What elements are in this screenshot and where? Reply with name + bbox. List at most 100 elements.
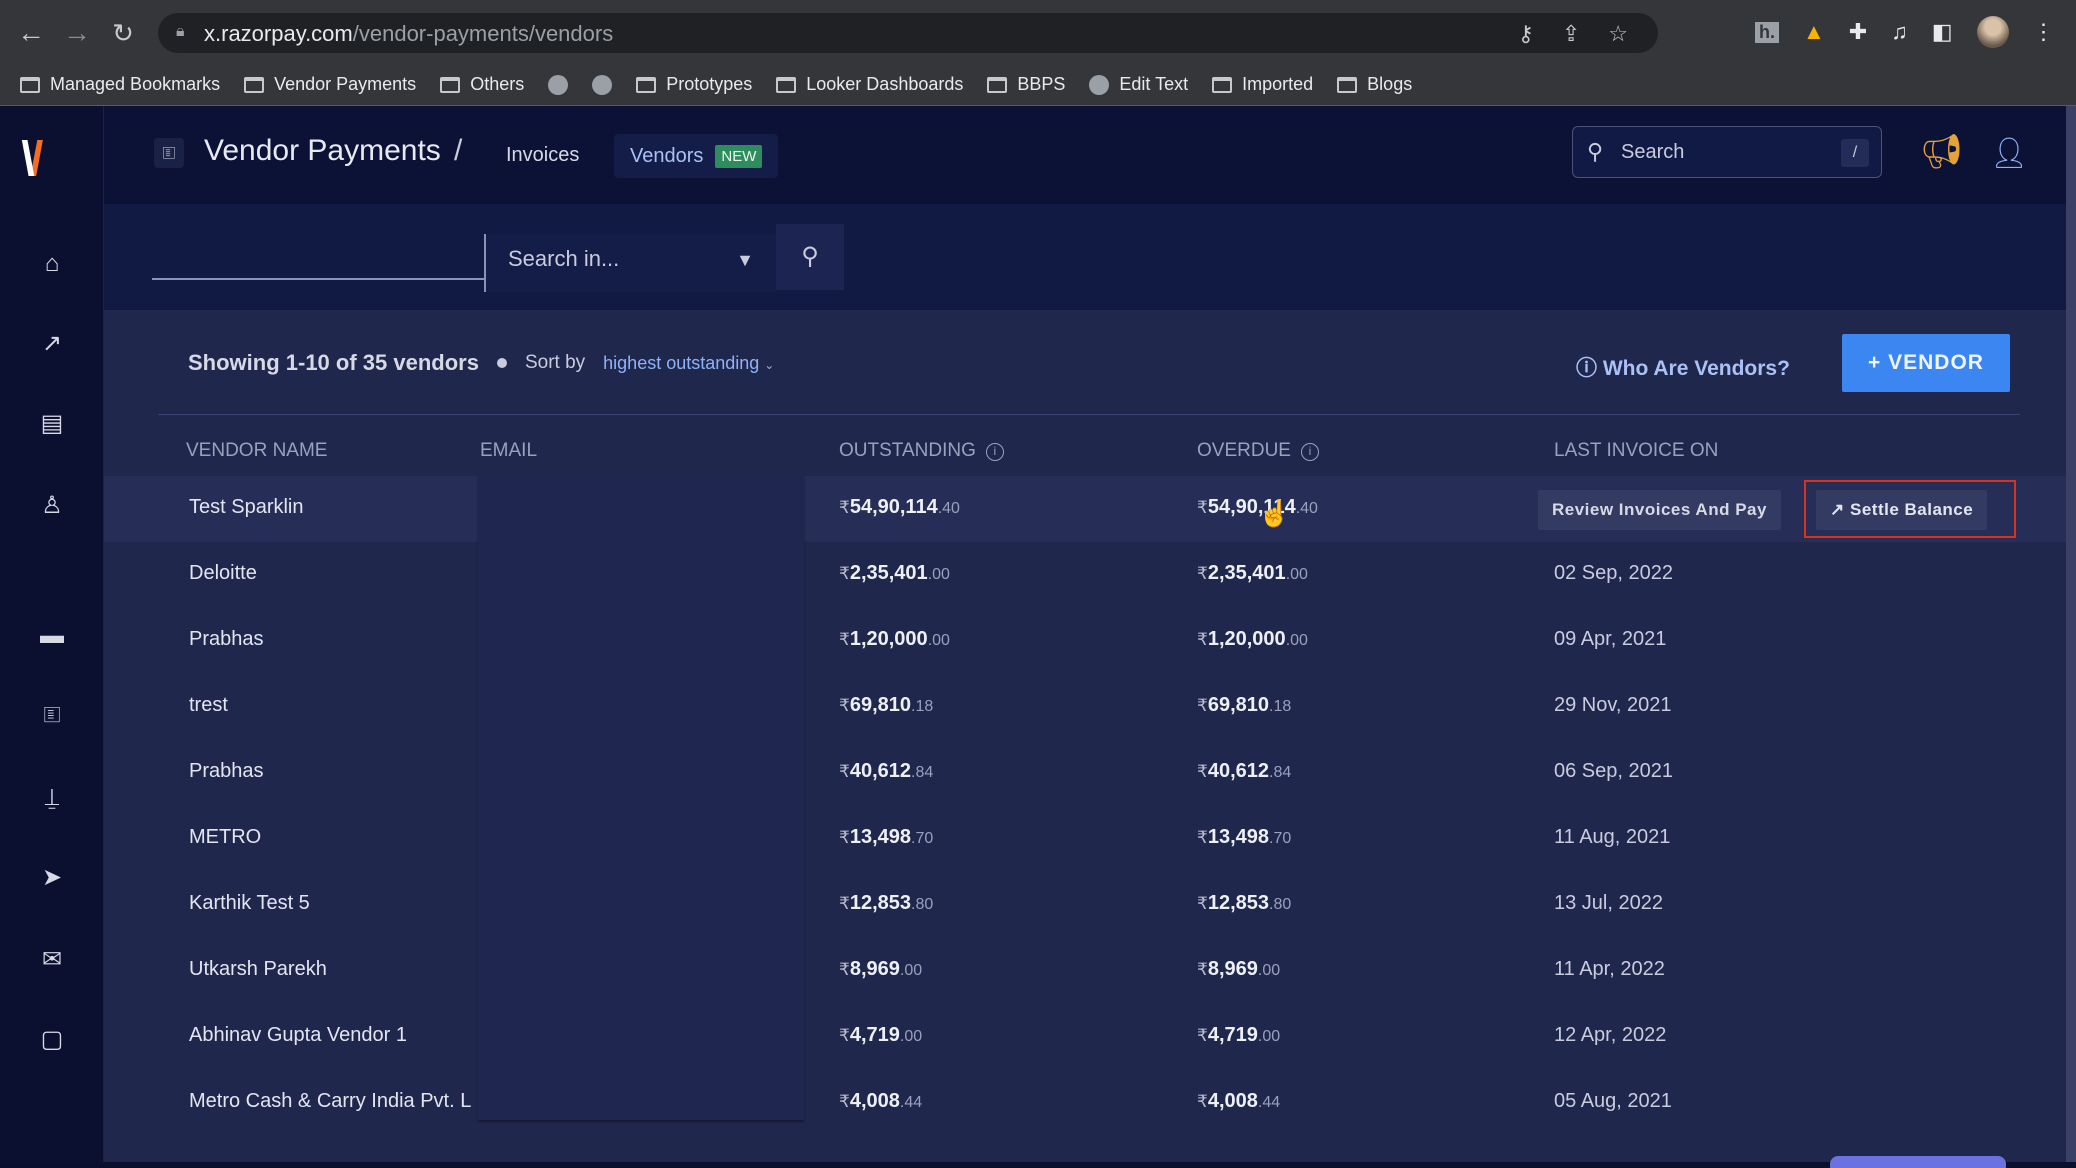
user-icon[interactable]: ♙ (36, 490, 68, 522)
breadcrumb-separator: / (454, 134, 463, 167)
bookmark-item[interactable]: Edit Text (1089, 74, 1188, 95)
who-are-vendors-link[interactable]: ⓘ Who Are Vendors? (1576, 352, 1790, 382)
bullet-dot (496, 358, 507, 368)
filter-search-button[interactable]: ⚲ (776, 224, 844, 290)
bookmark-item[interactable] (592, 74, 613, 95)
table-row[interactable]: Abhinav Gupta Vendor 1 ₹4,719.00 ₹4,719.00… (104, 1004, 2066, 1070)
bookmark-label: Managed Bookmarks (50, 74, 221, 94)
bookmark-item[interactable]: Looker Dashboards (776, 74, 963, 95)
search-icon: ⚲ (1587, 139, 1604, 164)
last-invoice-date: 13 Jul, 2022 (1554, 892, 1663, 914)
last-invoice-date: 09 Apr, 2021 (1554, 628, 1667, 650)
vendor-name[interactable]: Test Sparklin (189, 496, 304, 519)
help-widget-button[interactable] (1830, 1156, 2006, 1168)
col-last-invoice: LAST INVOICE ON (1554, 440, 1719, 461)
invoice-icon[interactable]: 🗉 (36, 700, 68, 732)
vendor-name[interactable]: Prabhas (189, 628, 264, 651)
vendor-name[interactable]: Abhinav Gupta Vendor 1 (189, 1024, 407, 1047)
folder-icon (244, 76, 265, 93)
forward-icon[interactable]: → (60, 16, 94, 50)
stamp-icon[interactable]: ⍊ (36, 782, 68, 814)
table-row[interactable]: Karthik Test 5 ₹12,853.80 ₹12,853.80 13 Jul… (104, 872, 2066, 938)
outstanding-amount: ₹4,719.00 (839, 1024, 923, 1046)
star-icon[interactable]: ☆ (1608, 21, 1628, 47)
review-invoices-and-pay-button[interactable]: Review Invoices And Pay (1538, 490, 1781, 530)
bookmark-item[interactable]: Prototypes (636, 74, 752, 95)
bookmark-item[interactable] (548, 74, 569, 95)
outstanding-amount: ₹2,35,401.00 (839, 562, 950, 584)
info-icon[interactable]: i (1300, 443, 1319, 461)
bookmark-item[interactable]: Blogs (1337, 74, 1412, 95)
bookmark-item[interactable]: Vendor Payments (244, 74, 416, 95)
email-column-overlay (478, 476, 804, 1120)
table-row[interactable]: Prabhas ₹1,20,000.00 ₹1,20,000.00 09 Apr, 2… (104, 608, 2066, 674)
settle-balance-button[interactable]: ↗ Settle Balance (1816, 490, 1988, 530)
search-placeholder: Search (1621, 141, 1685, 163)
note-icon[interactable]: ▢ (36, 1024, 68, 1056)
last-invoice-date: 05 Aug, 2021 (1554, 1090, 1672, 1112)
key-icon[interactable]: ⚷ (1518, 21, 1534, 47)
profile-avatar[interactable] (1976, 16, 2009, 48)
media-icon[interactable]: ♫ (1891, 19, 1908, 45)
tab-invoices[interactable]: Invoices (506, 144, 579, 167)
arrow-up-right-icon[interactable]: ↗ (36, 328, 68, 360)
filter-search-input[interactable] (152, 234, 484, 280)
table-row[interactable]: Utkarsh Parekh ₹8,969.00 ₹8,969.00 11 Apr, … (104, 938, 2066, 1004)
bookmark-label: Edit Text (1119, 74, 1189, 94)
menu-icon[interactable]: ⋮ (2033, 19, 2055, 45)
vendor-payments-icon: 🗉 (154, 138, 184, 168)
info-icon[interactable]: i (985, 443, 1004, 461)
document-icon[interactable]: ▤ (36, 408, 68, 440)
table-row[interactable]: Deloitte ₹2,35,401.00 ₹2,35,401.00 02 Sep, … (104, 542, 2066, 608)
send-icon[interactable]: ➤ (36, 862, 68, 894)
user-menu-icon[interactable]: 👤︎ (1990, 136, 2028, 171)
outstanding-amount: ₹4,008.44 (839, 1090, 923, 1112)
folder-icon (1337, 76, 1358, 93)
razorpay-x-logo[interactable]: /\ (21, 136, 43, 184)
app-sidebar: /\ ⌂ ↗ ▤ ♙ ▬ 🗉 ⍊ ➤ ✉ ▢ (0, 106, 104, 1162)
bookmark-label: Vendor Payments (274, 74, 417, 94)
vendor-name[interactable]: Utkarsh Parekh (189, 958, 327, 981)
card-icon[interactable]: ▬ (36, 620, 68, 652)
extensions-icon[interactable]: ✚ (1849, 19, 1867, 45)
vendor-name[interactable]: Deloitte (189, 562, 257, 585)
table-row[interactable]: Test Sparklin ₹54,90,114.40 ₹54,90,114.40 R… (104, 476, 2066, 542)
vendor-name[interactable]: trest (189, 694, 228, 717)
drive-extension-icon[interactable]: ▲ (1803, 19, 1825, 45)
global-search-input[interactable]: ⚲ Search / (1572, 126, 1882, 178)
table-row[interactable]: METRO ₹13,498.70 ₹13,498.70 11 Aug, 2021 (104, 806, 2066, 872)
back-icon[interactable]: ← (14, 16, 48, 50)
sort-dropdown[interactable]: highest outstanding ⌄ (603, 353, 774, 374)
overdue-amount: ₹2,35,401.00 (1197, 562, 1308, 584)
browser-toolbar: ← → ↻ 🔒︎ x.razorpay.com/vendor-payments/… (0, 0, 2076, 64)
bookmark-item[interactable]: Imported (1212, 74, 1313, 95)
side-panel-icon[interactable]: ◧ (1932, 19, 1953, 45)
bookmark-item[interactable]: BBPS (987, 74, 1065, 95)
hypothesis-extension-icon[interactable]: h. (1755, 21, 1779, 43)
last-invoice-date: 29 Nov, 2021 (1554, 694, 1672, 716)
reload-icon[interactable]: ↻ (106, 16, 140, 50)
table-row[interactable]: Prabhas ₹40,612.84 ₹40,612.84 06 Sep, 2021 (104, 740, 2066, 806)
home-icon[interactable]: ⌂ (36, 248, 68, 280)
tab-vendors[interactable]: Vendors NEW (614, 134, 779, 178)
inbox-icon[interactable]: ✉ (36, 944, 68, 976)
share-icon[interactable]: ⇪ (1562, 21, 1580, 47)
search-in-dropdown[interactable]: Search in... ▼ (484, 234, 776, 292)
vendor-name[interactable]: METRO (189, 826, 261, 849)
search-in-placeholder: Search in... (508, 246, 620, 271)
vendor-name[interactable]: Karthik Test 5 (189, 892, 310, 915)
address-bar[interactable]: 🔒︎ x.razorpay.com/vendor-payments/vendor… (158, 13, 1658, 53)
announcement-icon[interactable]: 📢︎ (1920, 132, 1963, 172)
vendor-name[interactable]: Metro Cash & Carry India Pvt. L (189, 1090, 471, 1113)
outstanding-amount: ₹12,853.80 (839, 892, 934, 914)
folder-icon (20, 76, 40, 93)
folder-icon (987, 76, 1008, 93)
bookmark-item[interactable]: Others (440, 74, 524, 95)
vendor-name[interactable]: Prabhas (189, 760, 264, 783)
add-vendor-button[interactable]: + VENDOR (1842, 334, 2010, 392)
search-icon: ⚲ (801, 243, 819, 270)
bookmark-item[interactable]: Managed Bookmarks (20, 74, 220, 95)
table-row[interactable]: trest ₹69,810.18 ₹69,810.18 29 Nov, 2021 (104, 674, 2066, 740)
table-row[interactable]: Metro Cash & Carry India Pvt. L ₹4,008.44… (104, 1070, 2066, 1136)
scrollbar[interactable] (2066, 106, 2076, 1162)
